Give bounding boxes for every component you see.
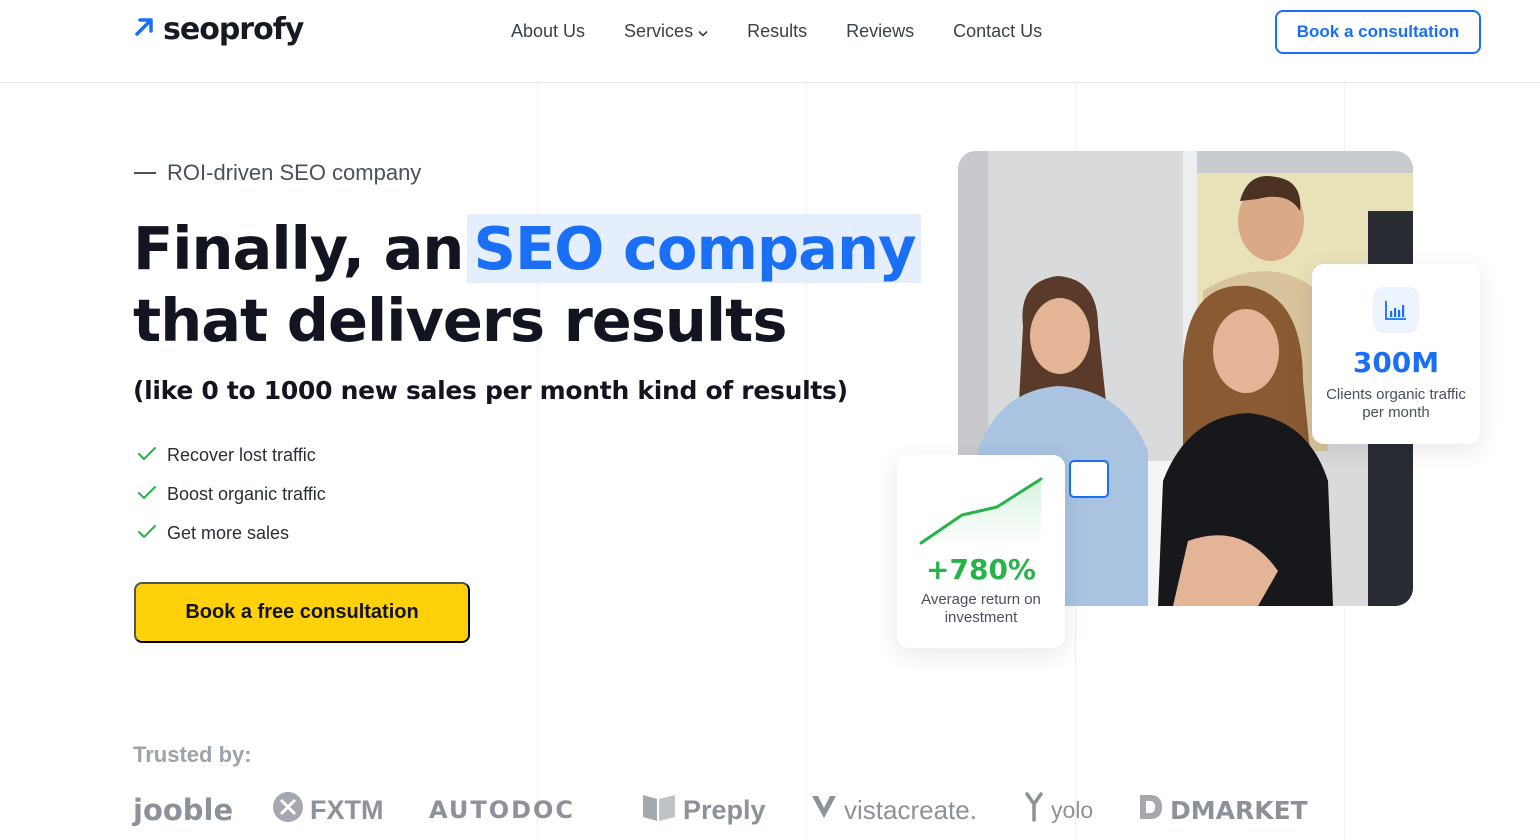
chevron-down-icon bbox=[698, 21, 708, 42]
benefit-text: Get more sales bbox=[167, 523, 290, 543]
roi-value: +780% bbox=[926, 553, 1036, 586]
nav-label: Results bbox=[747, 20, 808, 41]
headline-part1: Finally, an bbox=[133, 214, 464, 283]
list-item: Recover lost traffic bbox=[137, 436, 326, 475]
nav-results[interactable]: Results bbox=[747, 20, 807, 42]
client-logo-fxtm: FXTM bbox=[272, 788, 384, 832]
logo-text: Preply bbox=[683, 794, 766, 825]
headline-line-2: that delivers results bbox=[133, 286, 787, 355]
benefit-list: Recover lost traffic Boost organic traff… bbox=[137, 436, 326, 553]
logo-text: jooble bbox=[133, 793, 234, 827]
logo-text: vistacreate. bbox=[844, 794, 977, 825]
benefit-text: Recover lost traffic bbox=[167, 445, 316, 465]
dmarket-mark-icon bbox=[1136, 792, 1164, 828]
nav-reviews[interactable]: Reviews bbox=[846, 20, 914, 42]
nav-about-us[interactable]: About Us bbox=[511, 20, 585, 42]
nav-label: Services bbox=[624, 20, 694, 41]
hero-headline: Finally, an SEO company that delivers res… bbox=[133, 213, 922, 357]
logo-text: yolo bbox=[1051, 796, 1094, 823]
main-nav: About Us Services Results Reviews Contac… bbox=[511, 20, 1081, 42]
logo-text: DMARKET bbox=[1170, 795, 1308, 825]
dash-divider bbox=[134, 172, 156, 174]
trend-line-icon bbox=[917, 475, 1047, 552]
preply-mark-icon bbox=[641, 791, 677, 830]
yolo-mark-icon bbox=[1025, 792, 1045, 828]
client-logo-jooble: jooble bbox=[133, 788, 233, 832]
nav-label: About Us bbox=[511, 20, 586, 41]
vistacreate-mark-icon bbox=[810, 794, 838, 827]
list-item: Get more sales bbox=[137, 514, 326, 553]
client-logo-dmarket: DMARKET bbox=[1136, 788, 1308, 832]
benefit-text: Boost organic traffic bbox=[167, 484, 326, 504]
traffic-label: Clients organic traffic per month bbox=[1326, 386, 1466, 421]
client-logo-vistacreate: vistacreate. bbox=[810, 788, 977, 832]
eyebrow-text: ROI-driven SEO company bbox=[167, 160, 422, 185]
headline-accent: SEO company bbox=[467, 214, 922, 283]
book-consultation-button[interactable]: Book a consultation bbox=[1275, 10, 1481, 54]
headline-line-1: Finally, an SEO company bbox=[133, 213, 922, 285]
client-logo-preply: Preply bbox=[641, 788, 766, 832]
traffic-stat-card: 300M Clients organic traffic per month bbox=[1312, 264, 1480, 444]
nav-label: Contact Us bbox=[953, 20, 1043, 41]
check-icon bbox=[137, 445, 157, 466]
nav-contact-us[interactable]: Contact Us bbox=[953, 20, 1042, 42]
hero-subheadline: (like 0 to 1000 new sales per month kind… bbox=[133, 376, 848, 405]
check-icon bbox=[137, 523, 157, 544]
traffic-value: 300M bbox=[1352, 346, 1440, 379]
roi-stat-card: +780% Average return on investment bbox=[897, 455, 1065, 648]
nav-services[interactable]: Services bbox=[624, 20, 708, 42]
site-header: seoprofy About Us Services Results Revie… bbox=[0, 0, 1540, 83]
client-logo-yolo: yolo bbox=[1025, 788, 1093, 832]
trusted-by-heading: Trusted by: bbox=[133, 742, 252, 767]
logo-text: AUTODOC bbox=[429, 796, 576, 824]
list-item: Boost organic traffic bbox=[137, 475, 326, 514]
logo-text: seoprofy bbox=[163, 12, 304, 47]
roi-label: Average return on investment bbox=[921, 591, 1041, 626]
arrow-up-right-icon bbox=[133, 16, 155, 43]
client-logo-autodoc: AUTODOC bbox=[429, 788, 575, 832]
check-icon bbox=[137, 484, 157, 505]
grid-line bbox=[806, 83, 807, 840]
logo-text: FXTM bbox=[310, 794, 384, 825]
eyebrow: ROI-driven SEO company bbox=[134, 160, 421, 186]
bar-chart-icon bbox=[1373, 287, 1419, 333]
fxtm-mark-icon bbox=[272, 791, 304, 830]
book-free-consultation-button[interactable]: Book a free consultation bbox=[134, 582, 470, 643]
nav-label: Reviews bbox=[846, 20, 915, 41]
grid-line bbox=[537, 83, 538, 840]
logo[interactable]: seoprofy bbox=[133, 12, 304, 47]
